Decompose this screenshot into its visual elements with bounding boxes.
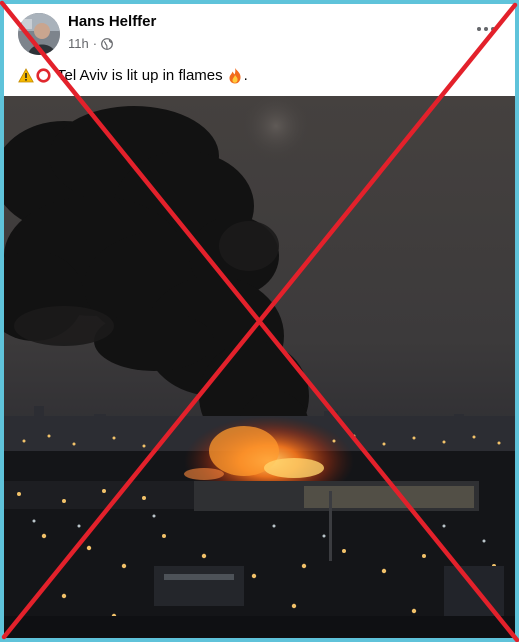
warning-icon	[18, 68, 34, 83]
post-text-body: Tel Aviv is lit up in flames	[57, 67, 223, 84]
post-time[interactable]: 11h	[68, 36, 89, 51]
meta-separator: ·	[92, 36, 98, 51]
avatar[interactable]	[18, 13, 60, 55]
post-text: Tel Aviv is lit up in flames .	[18, 67, 248, 84]
post-card: Hans Helffer 11h · Tel Aviv is lit up in…	[4, 4, 515, 638]
globe-icon[interactable]	[101, 37, 113, 50]
post-meta: 11h ·	[68, 36, 113, 51]
post-photo[interactable]	[4, 96, 515, 638]
more-options-icon[interactable]	[474, 20, 498, 38]
fire-icon	[228, 67, 242, 84]
red-circle-icon	[36, 68, 51, 83]
post-text-suffix: .	[243, 67, 248, 84]
author-name[interactable]: Hans Helffer	[68, 13, 156, 30]
post-header: Hans Helffer 11h ·	[4, 4, 515, 64]
